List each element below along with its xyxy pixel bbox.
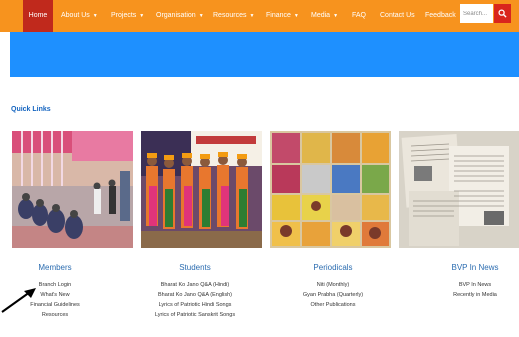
quick-links-heading: Quick Links <box>11 106 51 113</box>
bharat-ko-jano-hindi-link[interactable]: Bharat Ko Jano Q&A (Hindi) <box>133 280 257 290</box>
periodicals-title[interactable]: Periodicals <box>271 263 395 272</box>
caret-down-icon: ▼ <box>139 13 145 19</box>
caret-down-icon: ▼ <box>293 13 299 19</box>
hindi-songs-link[interactable]: Lyrics of Patriotic Hindi Songs <box>133 300 257 310</box>
nav-resources[interactable]: Resources ▼ <box>213 0 254 32</box>
nav-organisation[interactable]: Organisation ▼ <box>156 0 204 32</box>
students-performance-photo <box>141 131 262 248</box>
hero-banner <box>10 32 519 77</box>
caret-down-icon: ▼ <box>92 13 98 19</box>
nav-finance[interactable]: Finance ▼ <box>266 0 299 32</box>
nav-finance-label: Finance <box>266 12 291 19</box>
nav-media-label: Media <box>311 12 331 19</box>
top-navbar: Home About Us ▼ Projects ▼ Organisation ▼ R… <box>0 0 519 32</box>
nav-about-us[interactable]: About Us ▼ <box>61 0 98 32</box>
nav-contact-us[interactable]: Contact Us <box>380 0 415 32</box>
nav-organisation-label: Organisation <box>156 12 196 19</box>
search-button[interactable] <box>494 4 511 23</box>
students-image[interactable] <box>141 131 262 248</box>
caret-down-icon: ▼ <box>198 13 204 19</box>
bvp-in-news-link[interactable]: BVP In News <box>413 280 519 290</box>
niti-link[interactable]: Niti (Monthly) <box>271 280 395 290</box>
gyan-prabha-link[interactable]: Gyan Prabha (Quarterly) <box>271 290 395 300</box>
other-publications-link[interactable]: Other Publications <box>271 300 395 310</box>
students-title[interactable]: Students <box>133 263 257 272</box>
periodicals-links: Niti (Monthly) Gyan Prabha (Quarterly) O… <box>271 280 395 310</box>
nav-feedback[interactable]: Feedback <box>425 0 456 32</box>
periodicals-image[interactable] <box>270 131 391 248</box>
sanskrit-songs-link[interactable]: Lyrics of Patriotic Sanskrit Songs <box>133 310 257 320</box>
members-image[interactable] <box>12 131 133 248</box>
bvp-news-title[interactable]: BVP In News <box>413 263 519 272</box>
nav-resources-label: Resources <box>213 12 247 19</box>
bvp-news-links: BVP In News Recently in Media <box>413 280 519 300</box>
nav-media[interactable]: Media ▼ <box>311 0 338 32</box>
recently-in-media-link[interactable]: Recently in Media <box>413 290 519 300</box>
caret-down-icon: ▼ <box>249 13 255 19</box>
event-hall-photo <box>12 131 133 248</box>
newspaper-clippings-photo <box>399 131 519 248</box>
bharat-ko-jano-english-link[interactable]: Bharat Ko Jano Q&A (English) <box>133 290 257 300</box>
members-title[interactable]: Members <box>0 263 117 272</box>
search-input[interactable] <box>460 4 493 23</box>
magazine-covers-photo <box>270 131 391 248</box>
bvp-news-image[interactable] <box>399 131 519 248</box>
nav-faq[interactable]: FAQ <box>352 0 366 32</box>
nav-home[interactable]: Home <box>23 0 53 32</box>
nav-about-us-label: About Us <box>61 12 90 19</box>
search-icon <box>498 9 507 18</box>
students-links: Bharat Ko Jano Q&A (Hindi) Bharat Ko Jan… <box>133 280 257 320</box>
pointer-arrow-icon <box>1 288 36 313</box>
nav-projects[interactable]: Projects ▼ <box>111 0 144 32</box>
caret-down-icon: ▼ <box>333 13 339 19</box>
nav-projects-label: Projects <box>111 12 137 19</box>
